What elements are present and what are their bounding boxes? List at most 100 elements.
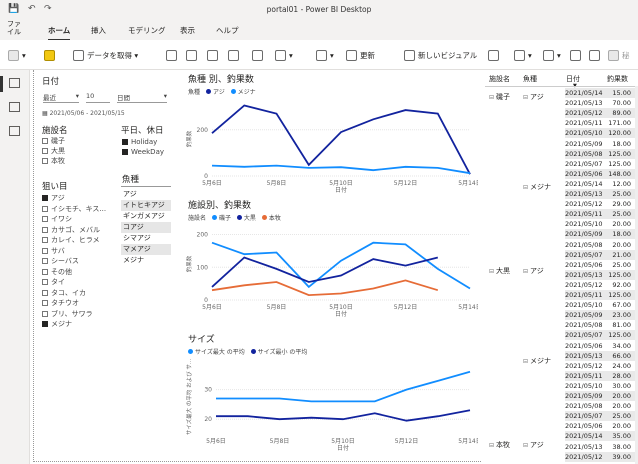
- table-row[interactable]: 2021/05/10 30.00: [565, 381, 635, 391]
- data-view-icon[interactable]: [9, 102, 20, 112]
- menu-insert[interactable]: 挿入: [91, 25, 106, 36]
- table-group-fish[interactable]: ⊟ メジナ: [523, 182, 551, 192]
- table-row[interactable]: 2021/05/12 39.00: [565, 451, 635, 462]
- collapse-icon[interactable]: ⊟: [489, 268, 494, 275]
- checkbox[interactable]: [122, 139, 128, 145]
- table-header-facility[interactable]: 施設名: [489, 74, 510, 84]
- checkbox[interactable]: [42, 310, 48, 317]
- table-row[interactable]: 2021/05/09 18.00: [565, 139, 635, 149]
- chart1-svg[interactable]: 0 200 5月6日 5月8日 5月10日 5月12日 5月14日日付 釣果数: [186, 94, 478, 200]
- table-group-facility[interactable]: ⊟ 大黒: [489, 266, 510, 276]
- facility-item[interactable]: 大黒: [42, 146, 65, 156]
- target-item[interactable]: サバ: [42, 246, 65, 256]
- target-item[interactable]: カレイ、ヒラメ: [42, 235, 100, 245]
- table-row[interactable]: 2021/05/10 67.00: [565, 300, 635, 310]
- collapse-icon[interactable]: ⊟: [523, 184, 528, 191]
- table-group-fish[interactable]: ⊟ メジナ: [523, 356, 551, 366]
- menu-home[interactable]: ホーム: [48, 25, 71, 41]
- target-item[interactable]: タイ: [42, 277, 65, 287]
- menu-help[interactable]: ヘルプ: [216, 25, 239, 36]
- date-mode-dropdown[interactable]: 最近 ▾: [43, 92, 79, 103]
- table-row[interactable]: 2021/05/13 70.00: [565, 98, 635, 108]
- table-row[interactable]: 2021/05/13 38.00: [565, 442, 635, 452]
- collapse-icon[interactable]: ⊟: [489, 442, 494, 449]
- dataset-button[interactable]: [186, 48, 200, 62]
- table-row[interactable]: 2021/05/09 18.00: [565, 229, 635, 240]
- table-row[interactable]: 2021/05/12 89.00: [565, 108, 635, 119]
- table-group-fish[interactable]: ⊟ アジ: [523, 440, 544, 450]
- date-unit-dropdown[interactable]: 日間 ▾: [117, 92, 167, 103]
- target-item[interactable]: イワシ: [42, 214, 72, 224]
- refresh-button[interactable]: 更新: [346, 48, 375, 62]
- collapse-icon[interactable]: ⊟: [523, 94, 528, 101]
- collapse-icon[interactable]: ⊟: [523, 268, 528, 275]
- new-visual-button[interactable]: 新しいビジュアル: [404, 48, 477, 62]
- more-visuals-button[interactable]: ▾: [514, 48, 532, 62]
- table-row[interactable]: 2021/05/13 66.00: [565, 350, 635, 361]
- table-group-fish[interactable]: ⊟ アジ: [523, 266, 544, 276]
- transform-data-button[interactable]: ▾: [316, 48, 334, 62]
- checkbox[interactable]: [42, 195, 48, 201]
- table-row[interactable]: 2021/05/14 12.00: [565, 179, 635, 189]
- table-row[interactable]: 2021/05/06 20.00: [565, 421, 635, 431]
- table-row[interactable]: 2021/05/13 125.00: [565, 269, 635, 280]
- date-count-input[interactable]: 10: [86, 92, 110, 103]
- checkbox[interactable]: [42, 300, 48, 306]
- checkbox[interactable]: [42, 289, 48, 296]
- table-header-count[interactable]: 釣果数: [607, 74, 628, 84]
- chart3-svg[interactable]: 20 30 5月6日 5月8日 5月10日 5月12日 5月14日日付 サイズ最大 の平均 お…: [186, 354, 478, 462]
- model-view-icon[interactable]: [9, 126, 20, 136]
- table-row[interactable]: 2021/05/10 20.00: [565, 219, 635, 229]
- table-row[interactable]: 2021/05/07 125.00: [565, 330, 635, 341]
- menu-view[interactable]: 表示: [180, 25, 195, 36]
- checkbox[interactable]: [42, 226, 48, 233]
- recent-sources-button[interactable]: ▾: [275, 48, 293, 62]
- paste-button[interactable]: ▾: [8, 48, 26, 62]
- checkbox[interactable]: [42, 247, 48, 254]
- get-data-button[interactable]: データを取得 ▾: [73, 48, 138, 62]
- table-row[interactable]: 2021/05/11 171.00: [565, 118, 635, 128]
- checkbox[interactable]: [42, 158, 48, 164]
- fish-slicer-item[interactable]: シマアジ: [121, 233, 171, 244]
- table-row[interactable]: 2021/05/09 20.00: [565, 391, 635, 401]
- checkbox[interactable]: [122, 149, 128, 155]
- weekday-item[interactable]: Holiday: [122, 138, 157, 146]
- table-row[interactable]: 2021/05/11 28.00: [565, 370, 635, 381]
- chart2-svg[interactable]: 0 100 200 5月6日 5月8日 5月10日 5月12日 5月14日日付 釣果数: [186, 220, 478, 324]
- collapse-icon[interactable]: ⊟: [523, 442, 528, 449]
- menu-file[interactable]: ファイル: [7, 20, 25, 36]
- table-row[interactable]: 2021/05/14 15.00: [565, 88, 635, 98]
- publish-button[interactable]: [589, 48, 603, 62]
- series-line-1[interactable]: [211, 241, 471, 290]
- facility-item[interactable]: 磯子: [42, 136, 65, 146]
- text-box-button[interactable]: [488, 48, 502, 62]
- table-row[interactable]: 2021/05/06 148.00: [565, 168, 635, 179]
- menu-modeling[interactable]: モデリング: [128, 25, 166, 36]
- series-line-1[interactable]: [211, 104, 471, 175]
- format-painter-button[interactable]: [44, 48, 58, 62]
- enter-data-button[interactable]: [228, 48, 242, 62]
- facility-item[interactable]: 本牧: [42, 156, 65, 166]
- table-row[interactable]: 2021/05/08 125.00: [565, 148, 635, 159]
- fish-slicer-item[interactable]: イトヒキアジ: [121, 200, 171, 211]
- target-item[interactable]: シーバス: [42, 256, 79, 266]
- sensitivity-button[interactable]: 秘: [608, 48, 630, 62]
- table-row[interactable]: 2021/05/07 25.00: [565, 411, 635, 422]
- series-line-2[interactable]: [211, 164, 471, 175]
- checkbox[interactable]: [42, 268, 48, 275]
- target-item[interactable]: タチウオ: [42, 298, 79, 308]
- excel-button[interactable]: [166, 48, 180, 62]
- fish-slicer-item[interactable]: ギンガメアジ: [121, 211, 171, 222]
- fish-slicer-item[interactable]: アジ: [121, 189, 171, 200]
- table-row[interactable]: 2021/05/10 120.00: [565, 128, 635, 139]
- checkbox[interactable]: [42, 205, 48, 212]
- sql-button[interactable]: [207, 48, 221, 62]
- fish-slicer-item[interactable]: コアジ: [121, 222, 171, 233]
- checkbox[interactable]: [42, 237, 48, 243]
- fish-slicer-item[interactable]: メジナ: [121, 255, 171, 266]
- target-item[interactable]: イシモチ、キス...: [42, 204, 106, 214]
- checkbox[interactable]: [42, 279, 48, 285]
- table-row[interactable]: 2021/05/11 25.00: [565, 209, 635, 220]
- data-table[interactable]: 施設名 魚種 日付 釣果数 ▼ ⊟磯子⊟アジ⊟メジナ⊟大黒⊟アジ⊟メジナ⊟本牧⊟…: [485, 70, 638, 464]
- target-item[interactable]: メジナ: [42, 319, 72, 329]
